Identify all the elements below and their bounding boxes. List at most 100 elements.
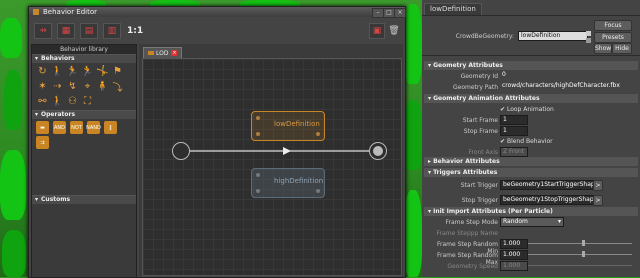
stop-frame-field[interactable]: 1 <box>500 126 528 136</box>
section-init-import-attributes[interactable]: ▾ Init Import Attributes (Per Particle) <box>424 207 638 216</box>
graph-connections <box>190 147 371 155</box>
random-min-slider[interactable] <box>528 243 632 244</box>
run-behavior-icon[interactable]: 🏃 <box>66 65 79 78</box>
start-frame-label: Start Frame <box>462 117 498 124</box>
trash-icon[interactable]: 🗑 <box>388 24 399 38</box>
layout-horizontal-icon[interactable]: ▤ <box>80 23 98 39</box>
geometry-speed-slider[interactable] <box>528 265 632 266</box>
node-high-definition[interactable]: highDefinition <box>251 168 325 198</box>
geometry-speed-label: Geometry Speed <box>447 263 498 270</box>
connect-icon[interactable]: ⇸ <box>34 23 52 39</box>
avoid-behavior-icon[interactable]: ⇢ <box>51 80 64 93</box>
chevron-down-icon: ▾ <box>35 111 39 118</box>
layout-icon[interactable]: ▦ <box>57 23 75 39</box>
path-behavior-icon[interactable]: ⚯ <box>36 95 49 108</box>
presets-button[interactable]: Presets <box>594 32 632 43</box>
section-triggers-attributes[interactable]: ▾ Triggers Attributes <box>424 168 638 177</box>
show-button[interactable]: Show <box>594 43 612 54</box>
and-operator-icon[interactable]: AND <box>53 121 66 134</box>
app-icon <box>33 9 39 15</box>
follow-behavior-icon[interactable]: ↯ <box>66 80 79 93</box>
slider-handle[interactable] <box>582 240 585 246</box>
sequence-operator-icon[interactable]: ⇉ <box>36 136 49 149</box>
folder-operator-icon[interactable]: ▬ <box>36 121 49 134</box>
geometry-id-field[interactable]: 0 <box>500 71 518 79</box>
random-max-field[interactable]: 1.000 <box>500 250 528 260</box>
section-behaviors[interactable]: ▾ Behaviors <box>32 54 136 63</box>
layout-vertical-icon[interactable]: ▥ <box>103 23 121 39</box>
chevron-down-icon: ▾ <box>35 55 39 62</box>
start-trigger-field[interactable]: beGeometry1StartTriggerShape <box>500 180 598 190</box>
jump-behavior-icon[interactable]: 🤸 <box>96 65 109 78</box>
section-behavior-attributes[interactable]: ▸ Behavior Attributes <box>424 157 638 166</box>
stop-trigger-goto-button[interactable]: > <box>593 195 603 206</box>
window-titlebar[interactable]: Behavior Editor – □ × <box>29 7 406 18</box>
front-axis-label: Front Axis <box>468 149 498 156</box>
chevron-down-icon: ▾ <box>35 196 39 203</box>
start-frame-field[interactable]: 1 <box>500 115 528 125</box>
frame-step-mode-label: Frame Step Mode <box>445 219 498 226</box>
random-max-slider[interactable] <box>528 254 632 255</box>
input-port-icon[interactable] <box>256 173 260 177</box>
operator-icons: ▬ AND NOT NAND ‖ ⇉ <box>32 119 136 151</box>
frame-step-mode-dropdown[interactable]: Random ▾ <box>500 217 564 227</box>
section-customs[interactable]: ▾ Customs <box>32 195 136 204</box>
screenshot-icon[interactable]: ▣ <box>369 23 385 39</box>
geometry-id-label: Geometry Id <box>460 73 498 80</box>
nand-operator-icon[interactable]: NAND <box>86 121 101 134</box>
output-port-icon[interactable] <box>316 132 320 136</box>
slider-handle[interactable] <box>582 251 585 257</box>
crowd-behavior-icon[interactable]: ⚇ <box>66 95 79 108</box>
window-title: Behavior Editor <box>43 8 98 16</box>
wander-behavior-icon[interactable]: 🚶 <box>51 95 64 108</box>
close-button[interactable]: × <box>394 8 406 18</box>
input-port-icon[interactable] <box>256 116 260 120</box>
folder-icon <box>148 51 154 55</box>
section-geometry-animation-attributes[interactable]: ▾ Geometry Animation Attributes <box>424 94 638 103</box>
hide-button[interactable]: Hide <box>612 43 632 54</box>
node-label: lowDefinition <box>274 120 320 128</box>
look-behavior-icon[interactable]: ⌖ <box>81 80 94 93</box>
orient-behavior-icon[interactable]: ↻ <box>36 65 49 78</box>
random-min-field[interactable]: 1.000 <box>500 239 528 249</box>
run-behavior-icon[interactable]: 🏃 <box>81 65 94 78</box>
end-node[interactable] <box>369 142 387 160</box>
start-trigger-goto-button[interactable]: > <box>593 180 603 191</box>
geometry-path-field[interactable]: crowd/characters/highDefCharacter.fbx <box>500 82 620 90</box>
close-tab-icon[interactable]: × <box>171 50 178 56</box>
stop-frame-label: Stop Frame <box>463 128 498 135</box>
flock-behavior-icon[interactable]: ✶ <box>36 80 49 93</box>
zoom-ratio[interactable]: 1:1 <box>127 26 143 36</box>
section-operators[interactable]: ▾ Operators <box>32 110 136 119</box>
output-port-icon[interactable] <box>256 132 260 136</box>
crowd-be-geometry-field[interactable]: lowDefinition <box>518 31 588 41</box>
front-axis-dropdown[interactable]: Z Front <box>500 147 528 157</box>
sit-behavior-icon[interactable]: ⛶ <box>81 95 94 108</box>
start-node[interactable] <box>172 142 190 160</box>
select-output-icon[interactable] <box>586 38 591 43</box>
target-behavior-icon[interactable]: ⚑ <box>111 65 124 78</box>
graph-canvas[interactable]: lowDefinition highDefinition <box>142 58 402 276</box>
library-title: Behavior library <box>32 45 136 54</box>
output-port-icon[interactable] <box>316 189 320 193</box>
chevron-down-icon: ▾ <box>557 218 561 225</box>
blend-behavior-checkbox[interactable]: ✔ Blend Behavior <box>500 138 553 145</box>
output-port-icon[interactable] <box>256 189 260 193</box>
walk-behavior-icon[interactable]: 🚶 <box>51 65 64 78</box>
fall-behavior-icon[interactable]: ⤵ <box>111 80 124 94</box>
node-low-definition[interactable]: lowDefinition <box>251 111 325 141</box>
frame-steppp-name-label: Frame Steppp Name <box>436 230 499 237</box>
section-geometry-attributes[interactable]: ▾ Geometry Attributes <box>424 61 638 70</box>
stand-behavior-icon[interactable]: 🧍 <box>96 80 109 93</box>
not-operator-icon[interactable]: NOT <box>70 121 83 134</box>
parallel-operator-icon[interactable]: ‖ <box>104 121 117 134</box>
editor-toolbar: ⇸ ▦ ▤ ▥ 1:1 ▣ 🗑 <box>29 18 405 44</box>
behavior-icons: ↻ 🚶 🏃 🏃 🤸 ⚑ ✶ ⇢ ↯ ⌖ 🧍 ⤵ ⚯ 🚶 ⚇ ⛶ <box>32 63 136 110</box>
check-icon: ✔ <box>500 106 506 113</box>
loop-animation-checkbox[interactable]: ✔ Loop Animation <box>500 106 554 113</box>
behavior-editor-window: Behavior Editor – □ × ⇸ ▦ ▤ ▥ 1:1 ▣ 🗑 Be… <box>28 6 406 278</box>
focus-button[interactable]: Focus <box>594 20 632 31</box>
stop-trigger-field[interactable]: beGeometry1StopTriggerShape <box>500 195 597 205</box>
select-icon[interactable] <box>586 31 591 36</box>
geometry-speed-field[interactable]: 1.000 <box>500 261 528 271</box>
